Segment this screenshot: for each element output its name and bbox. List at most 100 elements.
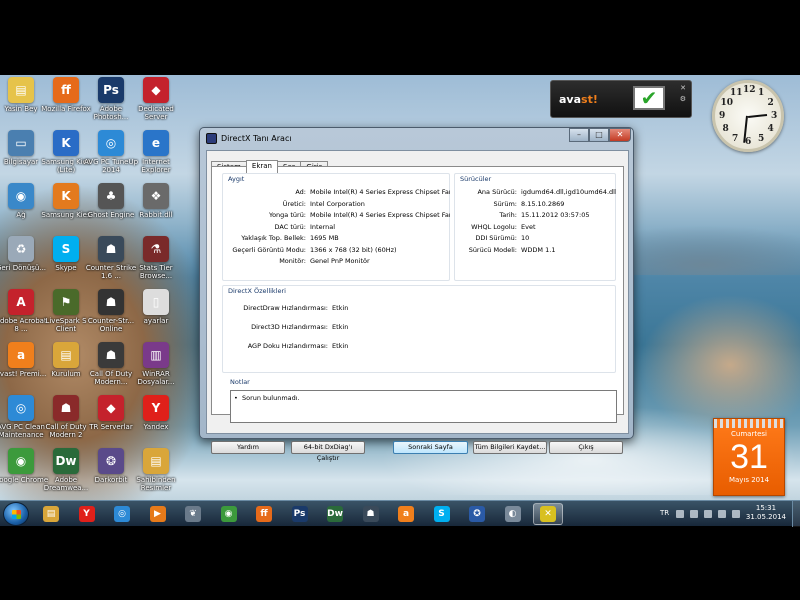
app-icon: ☗	[98, 342, 124, 368]
clock-gadget[interactable]: 12 1 2 3 4 5 6 7 8 9 10 11	[712, 80, 784, 152]
app-icon: ◆	[143, 77, 169, 103]
app-icon: ▤	[53, 342, 79, 368]
desktop-icon-ayarlar[interactable]: ▯ ayarlar	[127, 289, 185, 325]
close-button[interactable]: ✕	[609, 128, 631, 142]
desktop-icon-label: Stats Tier Browse...	[139, 264, 173, 280]
app-icon: Ps	[98, 77, 124, 103]
taskbar-network-button[interactable]: ◐	[498, 503, 528, 525]
app-icon: A	[8, 289, 34, 315]
field-value: 1366 x 768 (32 bit) (60Hz)	[310, 245, 397, 254]
run-64bit-dxdiag-button[interactable]: 64-bit DxDiag'ı Çalıştır	[291, 441, 365, 462]
taskbar-counter-strike-button[interactable]: ☗	[356, 503, 386, 525]
desktop-icon-yandex[interactable]: Y Yandex	[127, 395, 185, 431]
app-icon: ▭	[8, 130, 34, 156]
clock-number: 10	[720, 98, 733, 108]
calendar-rings	[714, 419, 784, 428]
network-icon: ◐	[504, 506, 521, 522]
field-value: Internal	[310, 222, 336, 231]
app-icon: e	[143, 130, 169, 156]
desktop-icon-stats-tier-browse[interactable]: ⚗ Stats Tier Browse...	[127, 236, 185, 280]
clock-number: 1	[758, 88, 765, 99]
taskbar-explorer-button[interactable]: ▤	[36, 503, 66, 525]
avg-icon: ◎	[114, 506, 130, 522]
desktop-icon-label: Rabbit.dll	[139, 211, 173, 219]
tray-flag-icon[interactable]	[690, 510, 698, 518]
gadget-close-icon[interactable]: ✕	[680, 84, 686, 92]
taskbar-avg-button[interactable]: ◎	[107, 503, 137, 525]
taskbar-yandex-button[interactable]: Y	[72, 503, 102, 525]
field-label: WHQL Logolu:	[471, 222, 517, 231]
window-title: DirectX Tanı Aracı	[221, 134, 292, 143]
language-indicator[interactable]: TR	[660, 509, 669, 517]
help-button[interactable]: Yardım	[211, 441, 285, 454]
calendar-gadget[interactable]: Cumartesi 31 Mayıs 2014	[713, 418, 785, 496]
drivers-keys: Ana Sürücü: Sürüm: Tarih: WHQL Logolu: DDI S…	[455, 187, 517, 256]
clock-number: 11	[730, 88, 743, 99]
taskbar-photoshop-button[interactable]: Ps	[285, 503, 315, 525]
field-label: Yaklaşık Top. Bellek:	[241, 234, 306, 242]
field-value: Etkin	[332, 323, 349, 331]
taskbar-chrome-button[interactable]: ◉	[214, 503, 244, 525]
tab-display[interactable]: Ekran	[245, 160, 278, 173]
avast-gadget[interactable]: avast! ✔ ✕ ⚙	[550, 80, 692, 118]
app-icon: Y	[143, 395, 169, 421]
field-label: Üretici:	[282, 199, 306, 208]
maximize-button[interactable]: □	[589, 128, 609, 142]
desktop-icon-rabbit-dll[interactable]: ❖ Rabbit.dll	[127, 183, 185, 219]
field-label: Tarih:	[499, 211, 517, 219]
show-desktop-button[interactable]	[792, 501, 800, 527]
notes-box[interactable]: • Sorun bulunmadı.	[230, 390, 617, 423]
desktop-icon-sahibinden-resimler[interactable]: ▤ Sahibinden Resimler	[127, 448, 185, 492]
tray-date: 31.05.2014	[745, 513, 786, 521]
gadget-options-icon[interactable]: ⚙	[680, 95, 686, 103]
device-group: Aygıt Ad: Üretici: Yonga türü: DAC türü: Yak…	[222, 173, 450, 281]
app-icon: ❂	[98, 448, 124, 474]
exit-button[interactable]: Çıkış	[549, 441, 623, 454]
taskbar-directx-button[interactable]: ✕	[533, 503, 563, 525]
taskbar-media-button[interactable]: ▶	[143, 503, 173, 525]
drivers-group-title: Sürücüler	[460, 175, 492, 183]
tray-battery-icon[interactable]	[704, 510, 712, 518]
desktop-icon-label: ayarlar	[143, 317, 169, 325]
tray-arrow-icon[interactable]	[676, 510, 684, 518]
desktop-icon-label: WinRAR Dosyalar...	[137, 370, 175, 386]
taskbar-avast-button[interactable]: a	[391, 503, 421, 525]
desktop-icon-winrar-dosyalar[interactable]: ▥ WinRAR Dosyalar...	[127, 342, 185, 386]
tray-clock[interactable]: 15:31 31.05.2014	[746, 504, 786, 522]
dreamweaver-icon: Dw	[327, 506, 343, 522]
clock-number: 3	[771, 111, 778, 121]
field-value: Intel Corporation	[310, 199, 365, 208]
tray-network-icon[interactable]	[718, 510, 726, 518]
taskbar-skype-button[interactable]: S	[427, 503, 457, 525]
field-value: 8.15.10.2869	[521, 199, 565, 208]
taskbar-dreamweaver-button[interactable]: Dw	[320, 503, 350, 525]
field-label: Sürüm:	[493, 199, 517, 208]
save-all-info-button[interactable]: Tüm Bilgileri Kaydet...	[473, 441, 547, 454]
app-icon: S	[53, 236, 79, 262]
desktop-icon-dedicated-server[interactable]: ◆ Dedicated Server	[127, 77, 185, 121]
start-button[interactable]	[3, 502, 29, 526]
field-label: Direct3D Hızlandırması:	[251, 323, 328, 331]
calendar-day: 31	[730, 438, 768, 476]
tray-volume-icon[interactable]	[732, 510, 740, 518]
field-label: Yonga türü:	[268, 211, 306, 219]
minimize-button[interactable]: –	[569, 128, 589, 142]
taskbar-firefox-button[interactable]: ff	[249, 503, 279, 525]
field-label: DDI Sürümü:	[475, 234, 517, 242]
directx-features-group: DirectX Özellikleri DirectDraw Hızlandır…	[222, 285, 616, 373]
window-titlebar[interactable]: DirectX Tanı Aracı – □ ✕	[200, 128, 633, 150]
clock-number: 5	[758, 133, 765, 144]
field-value: Mobile Intel(R) 4 Series Express Chipset…	[310, 211, 450, 219]
app-icon: ▯	[143, 289, 169, 315]
field-value: Evet	[521, 222, 536, 231]
taskbar-sport-button[interactable]: ✪	[462, 503, 492, 525]
desktop-icon-internet-explorer[interactable]: e Internet Explorer	[127, 130, 185, 174]
next-page-button[interactable]: Sonraki Sayfa	[393, 441, 468, 454]
app-icon: ♻	[8, 236, 34, 262]
sport-icon: ✪	[469, 506, 485, 522]
field-label: Geçerli Görüntü Modu:	[232, 245, 306, 254]
directx-app-icon	[206, 133, 217, 144]
app-icon: ⚑	[53, 289, 79, 315]
chrome-icon: ◉	[220, 506, 237, 522]
taskbar-sparrow-button[interactable]: ❦	[178, 503, 208, 525]
